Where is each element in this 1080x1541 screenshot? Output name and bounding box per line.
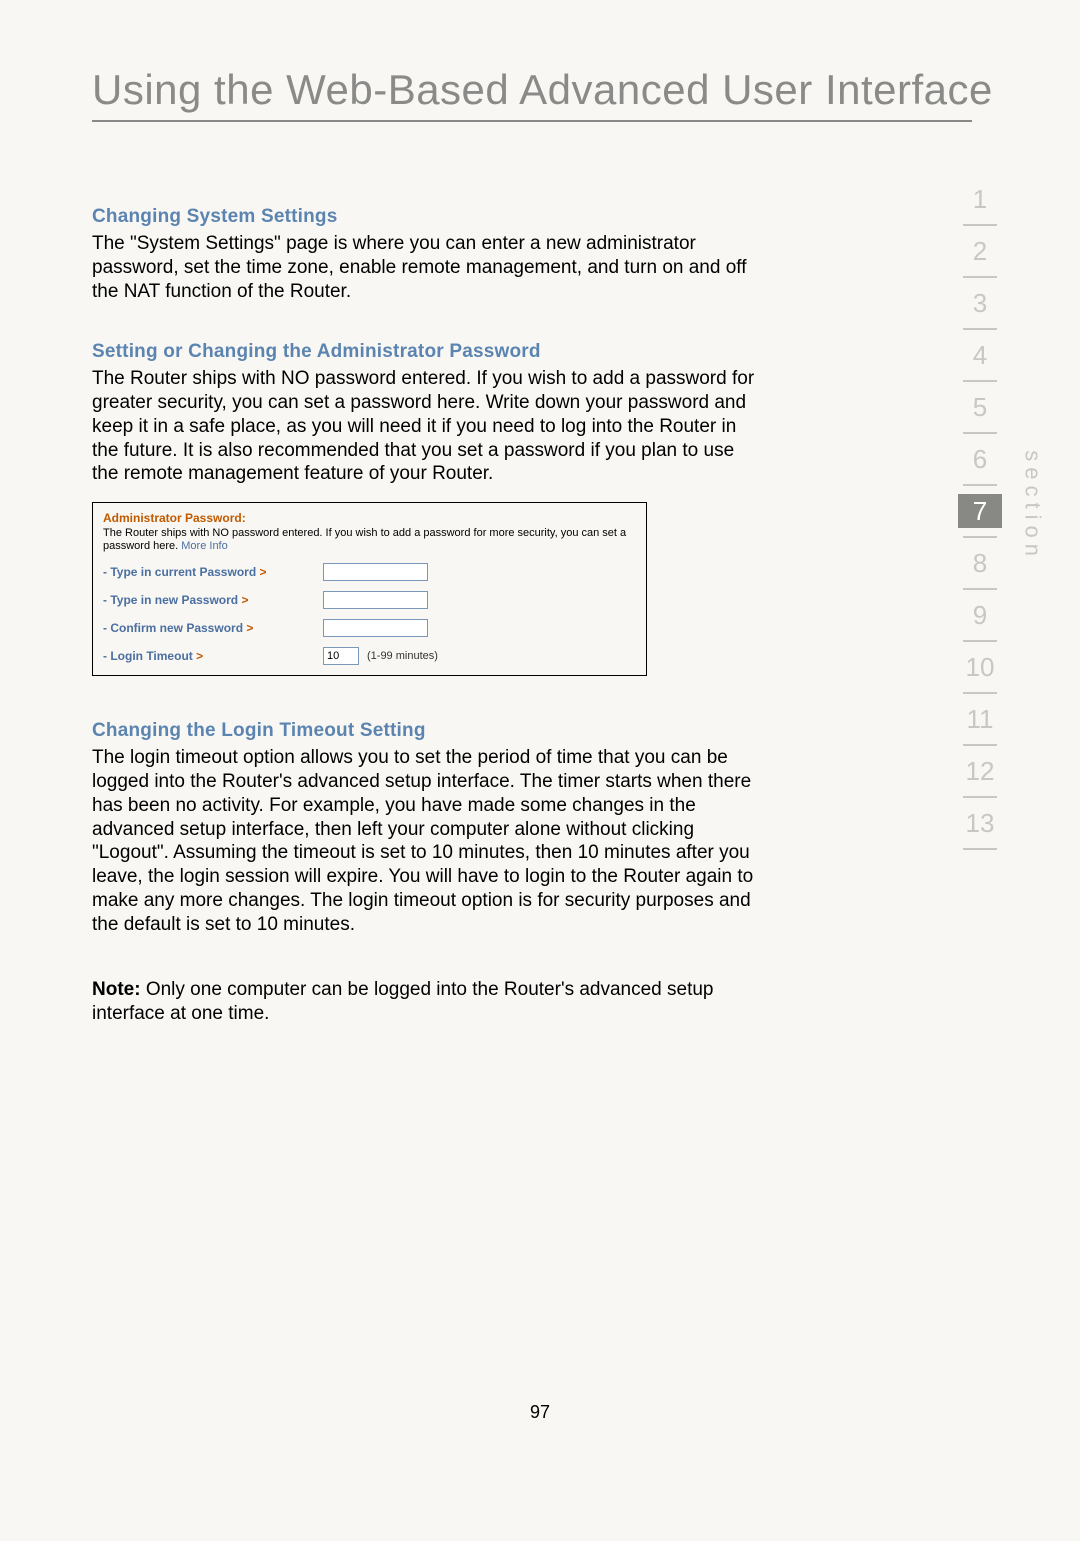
nav-divider (963, 692, 997, 694)
row-login-timeout: - Login Timeout > (1-99 minutes) (103, 647, 636, 665)
arrow-icon: > (246, 621, 253, 635)
label-confirm-password: - Confirm new Password > (103, 621, 323, 635)
nav-item-5[interactable]: 5 (958, 390, 1002, 424)
note-text: Only one computer can be logged into the… (92, 979, 714, 1024)
nav-item-11[interactable]: 11 (958, 702, 1002, 736)
nav-divider (963, 640, 997, 642)
nav-divider (963, 796, 997, 798)
label-login-timeout: - Login Timeout > (103, 649, 323, 663)
nav-item-4[interactable]: 4 (958, 338, 1002, 372)
label-new-password: - Type in new Password > (103, 593, 323, 607)
heading-login-timeout: Changing the Login Timeout Setting (92, 720, 762, 742)
nav-item-2[interactable]: 2 (958, 234, 1002, 268)
label-new-password-text: - Type in new Password (103, 593, 238, 607)
nav-divider (963, 484, 997, 486)
nav-item-8[interactable]: 8 (958, 546, 1002, 580)
confirm-password-input[interactable] (323, 619, 428, 637)
current-password-input[interactable] (323, 563, 428, 581)
nav-divider (963, 536, 997, 538)
nav-item-7[interactable]: 7 (958, 494, 1002, 528)
heading-admin-password: Setting or Changing the Administrator Pa… (92, 341, 762, 363)
nav-item-3[interactable]: 3 (958, 286, 1002, 320)
nav-item-12[interactable]: 12 (958, 754, 1002, 788)
login-timeout-input[interactable] (323, 647, 359, 665)
arrow-icon: > (241, 593, 248, 607)
row-current-password: - Type in current Password > (103, 563, 636, 581)
nav-item-9[interactable]: 9 (958, 598, 1002, 632)
row-new-password: - Type in new Password > (103, 591, 636, 609)
nav-item-10[interactable]: 10 (958, 650, 1002, 684)
label-confirm-password-text: - Confirm new Password (103, 621, 243, 635)
screenshot-description: The Router ships with NO password entere… (103, 527, 636, 553)
heading-system-settings: Changing System Settings (92, 206, 762, 228)
nav-divider (963, 848, 997, 850)
nav-divider (963, 588, 997, 590)
body-login-timeout: The login timeout option allows you to s… (92, 746, 762, 936)
nav-divider (963, 328, 997, 330)
nav-divider (963, 276, 997, 278)
label-current-password: - Type in current Password > (103, 565, 323, 579)
new-password-input[interactable] (323, 591, 428, 609)
row-confirm-password: - Confirm new Password > (103, 619, 636, 637)
label-current-password-text: - Type in current Password (103, 565, 256, 579)
nav-divider (963, 744, 997, 746)
section-nav: 1 2 3 4 5 6 7 8 9 10 11 12 13 (958, 182, 1002, 858)
page-number: 97 (0, 1402, 1080, 1423)
nav-item-6[interactable]: 6 (958, 442, 1002, 476)
body-system-settings: The "System Settings" page is where you … (92, 232, 762, 303)
label-login-timeout-text: - Login Timeout (103, 649, 193, 663)
arrow-icon: > (260, 565, 267, 579)
nav-divider (963, 432, 997, 434)
nav-divider (963, 224, 997, 226)
note: Note: Only one computer can be logged in… (92, 978, 762, 1026)
screenshot-title: Administrator Password: (103, 511, 636, 525)
title-rule (92, 120, 972, 122)
section-label: section (1020, 450, 1046, 562)
main-content: Changing System Settings The "System Set… (92, 206, 762, 1026)
nav-item-1[interactable]: 1 (958, 182, 1002, 216)
arrow-icon: > (196, 649, 203, 663)
note-label: Note: (92, 979, 141, 1000)
nav-item-13[interactable]: 13 (958, 806, 1002, 840)
admin-password-screenshot: Administrator Password: The Router ships… (92, 502, 647, 676)
login-timeout-hint: (1-99 minutes) (367, 650, 438, 662)
more-info-link[interactable]: More Info (181, 540, 227, 552)
body-admin-password: The Router ships with NO password entere… (92, 367, 762, 486)
page-title: Using the Web-Based Advanced User Interf… (92, 66, 993, 114)
nav-divider (963, 380, 997, 382)
